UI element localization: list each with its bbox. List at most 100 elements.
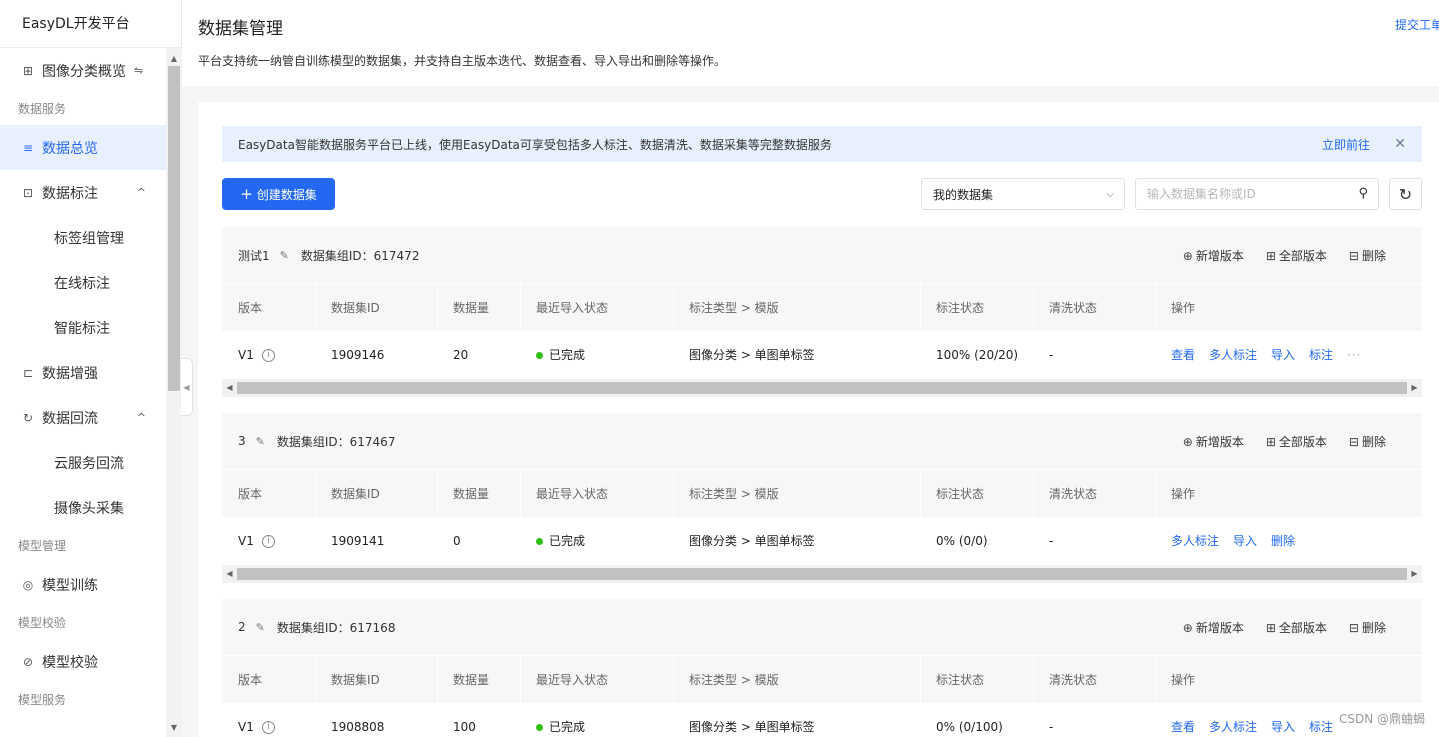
- sidebar-item[interactable]: 摄像头采集: [0, 485, 166, 530]
- sidebar-item[interactable]: 在线标注: [0, 260, 166, 305]
- brand-title[interactable]: EasyDL开发平台: [0, 0, 181, 48]
- horizontal-scrollbar[interactable]: ◀ ▶: [222, 565, 1422, 583]
- dataset-group: 测试1 ✎ 数据集组ID：617472 ⊕ 新增版本 ⊞ 全部版本 ⊟ 删除 版本 数据集ID 数据量…: [222, 227, 1422, 397]
- sidebar-item[interactable]: ◎ 模型训练: [0, 562, 166, 607]
- horizontal-scrollbar[interactable]: ◀ ▶: [222, 379, 1422, 397]
- refresh-button[interactable]: ↻: [1389, 178, 1422, 210]
- delete-group-button[interactable]: ⊟ 删除: [1349, 247, 1386, 264]
- operation-link[interactable]: 标注: [1309, 348, 1333, 362]
- all-versions-button[interactable]: ⊞ 全部版本: [1266, 433, 1327, 450]
- version-cell: V1 i: [238, 331, 275, 379]
- table-header: 版本 数据集ID 数据量 最近导入状态 标注类型 > 模版 标注状态 清洗状态 操作: [222, 283, 1422, 332]
- operation-link[interactable]: 导入: [1271, 348, 1295, 362]
- sidebar-item[interactable]: ≡ 数据总览: [0, 125, 166, 170]
- column-header: 清洗状态: [1049, 487, 1098, 501]
- submit-ticket-link[interactable]: 提交工单: [1395, 16, 1439, 33]
- info-icon[interactable]: i: [261, 535, 275, 548]
- scroll-up-arrow[interactable]: ▲: [166, 52, 182, 66]
- scroll-down-arrow[interactable]: ▼: [166, 721, 182, 735]
- dataset-filter-select[interactable]: 我的数据集 ⌵: [921, 178, 1125, 210]
- info-icon[interactable]: i: [261, 349, 275, 362]
- column-header: 版本: [238, 487, 263, 501]
- scroll-right-arrow[interactable]: ▶: [1407, 565, 1422, 583]
- scroll-left-arrow[interactable]: ◀: [222, 565, 237, 583]
- sidebar-item[interactable]: ↻ 数据回流 ^: [0, 395, 166, 440]
- delete-group-label: 删除: [1361, 248, 1386, 263]
- edit-icon[interactable]: ✎: [256, 621, 265, 634]
- grid-icon: ⊞: [1265, 248, 1276, 263]
- operation-link[interactable]: ···: [1347, 348, 1361, 362]
- search-input[interactable]: [1136, 179, 1336, 209]
- add-version-button[interactable]: ⊕ 新增版本: [1183, 247, 1244, 264]
- all-versions-button[interactable]: ⊞ 全部版本: [1266, 619, 1327, 636]
- all-versions-button[interactable]: ⊞ 全部版本: [1266, 247, 1327, 264]
- refresh-flow-icon: ↻: [22, 410, 34, 425]
- sidebar-item[interactable]: ⊞ 图像分类概览 ⇋: [0, 48, 166, 93]
- search-icon[interactable]: ⚲: [1358, 186, 1368, 201]
- column-divider: [1033, 470, 1034, 518]
- create-dataset-button[interactable]: + 创建数据集: [222, 178, 335, 210]
- sidebar-item[interactable]: 智能标注: [0, 305, 166, 350]
- notice-go-link[interactable]: 立即前往: [1322, 136, 1370, 153]
- operation-link[interactable]: 多人标注: [1209, 720, 1257, 734]
- scrollbar-thumb[interactable]: [237, 382, 1407, 394]
- import-status-label: 已完成: [549, 348, 586, 362]
- all-versions-label: 全部版本: [1278, 248, 1327, 263]
- operation-link[interactable]: 标注: [1309, 720, 1333, 734]
- sidebar-scrollbar[interactable]: ▲ ▼: [166, 48, 182, 737]
- operations-cell: 查看 多人标注 导入 标注 ···: [1171, 331, 1376, 379]
- refresh-icon: ↻: [1398, 184, 1413, 204]
- chevron-up-icon[interactable]: ^: [137, 186, 146, 199]
- column-divider: [520, 470, 521, 518]
- sidebar-menu: ⊞ 图像分类概览 ⇋ 数据服务 ≡ 数据总览 ⊡ 数据标注 ^ 标签组管理 在线标注 智能标注 ⊏ 数据增…: [0, 48, 166, 737]
- dataset-panel: EasyData智能数据服务平台已上线，使用EasyData可享受包括多人标注、…: [198, 102, 1439, 737]
- add-version-icon: ⊕: [1182, 434, 1193, 449]
- edit-icon[interactable]: ✎: [280, 249, 289, 262]
- import-status-cell: 已完成: [536, 517, 585, 565]
- close-icon[interactable]: ✕: [1394, 136, 1406, 152]
- data-count-cell: 100: [453, 720, 476, 734]
- sidebar-item[interactable]: 标签组管理: [0, 215, 166, 260]
- edit-icon[interactable]: ✎: [256, 435, 265, 448]
- info-icon[interactable]: i: [261, 721, 275, 734]
- operation-link[interactable]: 删除: [1271, 534, 1295, 548]
- scrollbar-thumb[interactable]: [168, 66, 180, 391]
- operation-link[interactable]: 导入: [1271, 720, 1295, 734]
- operation-link[interactable]: 导入: [1233, 534, 1257, 548]
- scroll-left-arrow[interactable]: ◀: [222, 379, 237, 397]
- add-version-button[interactable]: ⊕ 新增版本: [1183, 433, 1244, 450]
- sidebar-item[interactable]: ⊡ 数据标注 ^: [0, 170, 166, 215]
- column-divider: [1155, 470, 1156, 518]
- delete-group-button[interactable]: ⊟ 删除: [1349, 433, 1386, 450]
- operation-link[interactable]: 查看: [1171, 720, 1195, 734]
- column-header: 数据量: [453, 673, 490, 687]
- page-header: 数据集管理 平台支持统一纳管自训练模型的数据集，并支持自主版本迭代、数据查看、导…: [182, 0, 1439, 86]
- sidebar-group-label: 模型服务: [18, 693, 67, 707]
- delete-group-button[interactable]: ⊟ 删除: [1349, 619, 1386, 636]
- version-cell: V1 i: [238, 517, 275, 565]
- page-title: 数据集管理: [198, 19, 283, 39]
- switch-icon[interactable]: ⇋: [134, 64, 143, 77]
- scroll-right-arrow[interactable]: ▶: [1407, 379, 1422, 397]
- add-version-button[interactable]: ⊕ 新增版本: [1183, 619, 1244, 636]
- column-header: 标注类型 > 模版: [689, 301, 779, 315]
- sidebar-item[interactable]: 云服务回流: [0, 440, 166, 485]
- column-header: 最近导入状态: [536, 487, 609, 501]
- chevron-up-icon[interactable]: ^: [137, 411, 146, 424]
- all-versions-label: 全部版本: [1278, 620, 1327, 635]
- sidebar-item-label: 图像分类概览: [42, 63, 126, 80]
- operation-link[interactable]: 多人标注: [1209, 348, 1257, 362]
- sidebar-item[interactable]: ⊏ 数据增强: [0, 350, 166, 395]
- column-divider: [673, 656, 674, 704]
- sidebar-collapse-toggle[interactable]: ◀: [181, 358, 193, 416]
- column-header: 标注类型 > 模版: [689, 673, 779, 687]
- operation-link[interactable]: 查看: [1171, 348, 1195, 362]
- column-header: 版本: [238, 673, 263, 687]
- dataset-group-id: 数据集组ID：617168: [276, 620, 396, 635]
- scrollbar-thumb[interactable]: [237, 568, 1407, 580]
- sidebar-item-label: 模型训练: [42, 577, 98, 594]
- sidebar-item[interactable]: ⊘ 模型校验: [0, 639, 166, 684]
- column-header: 操作: [1171, 673, 1196, 687]
- column-divider: [315, 470, 316, 518]
- operation-link[interactable]: 多人标注: [1171, 534, 1219, 548]
